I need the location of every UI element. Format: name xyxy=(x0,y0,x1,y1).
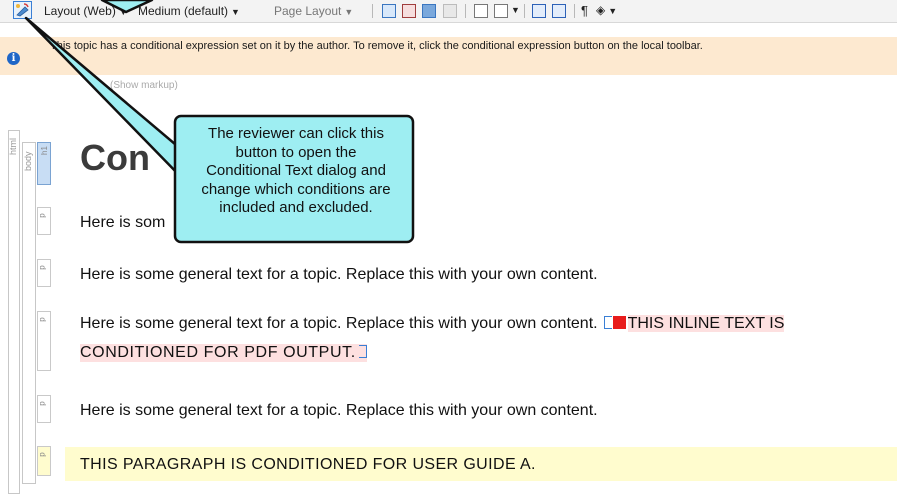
callout-line: The reviewer can click this xyxy=(208,125,384,142)
callout-line: included and excluded. xyxy=(219,199,373,216)
callout-line: button to open the xyxy=(235,143,357,161)
callout-line: change which conditions are xyxy=(201,180,391,198)
callout-line: Conditional Text dialog and xyxy=(206,162,386,179)
callout-text: The reviewer can click this button to op… xyxy=(178,125,414,218)
callout-bubble xyxy=(24,0,415,244)
